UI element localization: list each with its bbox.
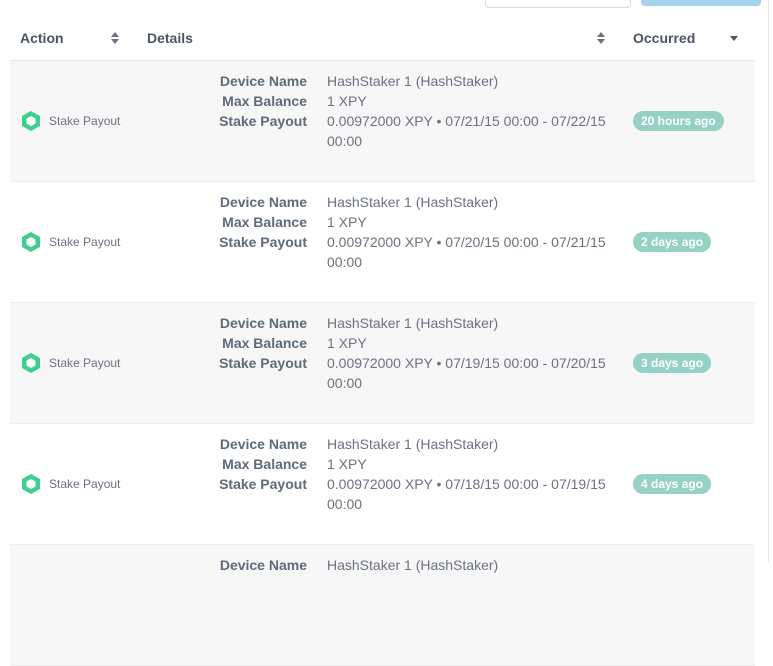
- action-label: Stake Payout: [49, 356, 121, 370]
- stake-payout-label: Stake Payout: [219, 355, 307, 371]
- max-balance-value: 1 XPY: [327, 335, 367, 351]
- max-balance-value: 1 XPY: [327, 456, 367, 472]
- stake-payout-label: Stake Payout: [219, 113, 307, 129]
- table-row: Stake Payout Device Name Max Balance Sta…: [10, 303, 755, 424]
- device-name-label: Device Name: [219, 73, 307, 89]
- device-name-label: Device Name: [219, 436, 307, 452]
- stake-payout-label: Stake Payout: [219, 234, 307, 250]
- max-balance-value: 1 XPY: [327, 93, 367, 109]
- action-label: Stake Payout: [49, 114, 121, 128]
- activity-table: Stake Payout Device Name Max Balance Sta…: [10, 61, 755, 666]
- max-balance-label: Max Balance: [222, 335, 307, 351]
- hexagon-icon: [22, 474, 40, 494]
- stake-payout-value: 0.00972000 XPY • 07/19/15 00:00 - 07/20/…: [327, 355, 606, 391]
- stake-payout-value: 0.00972000 XPY • 07/18/15 00:00 - 07/19/…: [327, 476, 606, 512]
- max-balance-label: Max Balance: [222, 93, 307, 109]
- column-header-action[interactable]: Action: [20, 30, 64, 46]
- sort-icon[interactable]: [597, 31, 607, 47]
- device-name-value: HashStaker 1 (HashStaker): [327, 557, 499, 573]
- occurred-badge: 3 days ago: [633, 353, 712, 373]
- device-name-value: HashStaker 1 (HashStaker): [327, 194, 499, 210]
- table-row: Stake Payout Device Name Max Balance Sta…: [10, 424, 755, 545]
- action-cell: Stake Payout: [20, 231, 120, 253]
- max-balance-value: 1 XPY: [327, 214, 367, 230]
- max-balance-label: Max Balance: [222, 456, 307, 472]
- table-row: Stake Payout Device Name Max Balance Sta…: [10, 61, 755, 182]
- column-header-occurred[interactable]: Occurred: [633, 30, 695, 46]
- occurred-badge: 20 hours ago: [633, 111, 724, 131]
- table-header: Action Details Occurred: [10, 24, 755, 61]
- filter-button[interactable]: [641, 0, 761, 6]
- hexagon-icon: [22, 232, 40, 252]
- device-name-label: Device Name: [219, 315, 307, 331]
- device-name-value: HashStaker 1 (HashStaker): [327, 315, 499, 331]
- action-cell: Stake Payout: [20, 473, 120, 495]
- table-row: Stake Payout Device Name Max Balance Sta…: [10, 182, 755, 303]
- hexagon-icon: [22, 353, 40, 373]
- hexagon-icon: [22, 111, 40, 131]
- sort-desc-icon[interactable]: [730, 36, 738, 41]
- action-cell: Stake Payout: [20, 110, 120, 132]
- stake-payout-value: 0.00972000 XPY • 07/21/15 00:00 - 07/22/…: [327, 113, 606, 149]
- occurred-badge: 2 days ago: [633, 232, 712, 252]
- device-name-label: Device Name: [219, 557, 307, 573]
- scrollbar-track[interactable]: [768, 0, 769, 562]
- table-row: Device Name HashStaker 1 (HashStaker): [10, 545, 755, 666]
- device-name-value: HashStaker 1 (HashStaker): [327, 436, 499, 452]
- action-label: Stake Payout: [49, 477, 121, 491]
- action-label: Stake Payout: [49, 235, 121, 249]
- column-header-details[interactable]: Details: [147, 30, 193, 46]
- stake-payout-value: 0.00972000 XPY • 07/20/15 00:00 - 07/21/…: [327, 234, 606, 270]
- action-cell: Stake Payout: [20, 352, 120, 374]
- filter-input[interactable]: [485, 0, 631, 8]
- device-name-label: Device Name: [219, 194, 307, 210]
- device-name-value: HashStaker 1 (HashStaker): [327, 73, 499, 89]
- stake-payout-label: Stake Payout: [219, 476, 307, 492]
- occurred-badge: 4 days ago: [633, 474, 712, 494]
- max-balance-label: Max Balance: [222, 214, 307, 230]
- sort-icon[interactable]: [111, 31, 121, 47]
